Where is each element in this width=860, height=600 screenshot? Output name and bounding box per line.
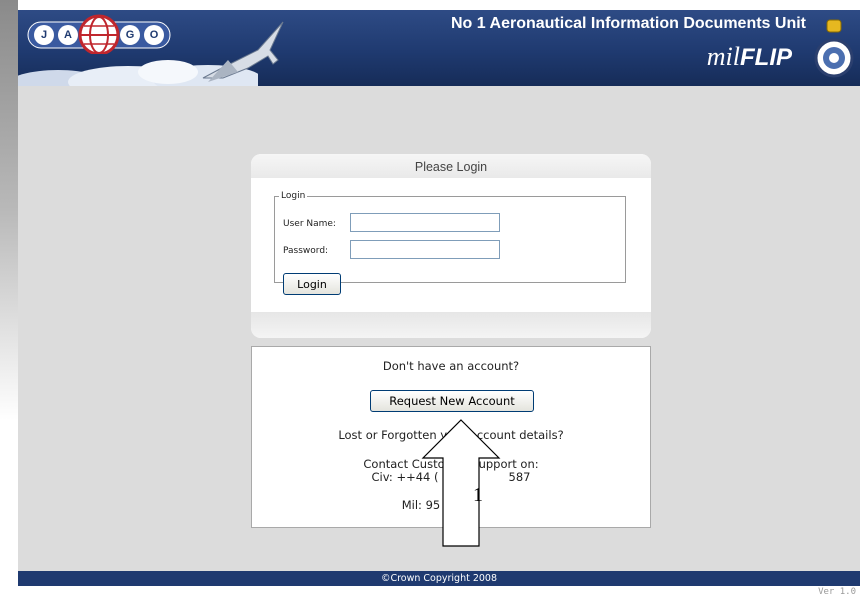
username-input[interactable] xyxy=(350,213,500,232)
request-new-account-button[interactable]: Request New Account xyxy=(370,390,534,412)
milflip-logo: milFLIP xyxy=(707,42,792,72)
login-panel-title: Please Login xyxy=(251,154,651,178)
password-row: Password: xyxy=(283,240,500,259)
password-label: Password: xyxy=(283,246,329,256)
callout-arrow-icon xyxy=(421,419,501,547)
login-button[interactable]: Login xyxy=(283,273,341,295)
jet-icon xyxy=(202,21,284,82)
logo-letter-g: G xyxy=(120,25,140,45)
username-label: User Name: xyxy=(283,219,336,229)
version-label: Ver 1.0 xyxy=(818,587,856,597)
logo-letter-j: J xyxy=(34,25,54,45)
brand-prefix: mil xyxy=(706,42,740,71)
username-row: User Name: xyxy=(283,213,500,232)
copyright-footer: ©Crown Copyright 2008 xyxy=(18,571,860,586)
logo-letter-o: O xyxy=(144,25,164,45)
civ-phone-tail: 587 xyxy=(508,470,531,484)
left-shade xyxy=(0,0,18,420)
callout-number: 1 xyxy=(473,484,483,506)
login-fieldset: Login User Name: Password: Login xyxy=(274,191,626,295)
login-panel-footer xyxy=(251,312,651,338)
login-panel: Please Login Login User Name: Password: … xyxy=(251,154,651,338)
header-title: No 1 Aeronautical Information Documents … xyxy=(451,15,806,32)
header-banner: J A G O No 1 Aeronautical Information Do… xyxy=(18,10,860,86)
login-legend: Login xyxy=(281,191,306,201)
logo-letter-a: A xyxy=(58,25,78,45)
password-input[interactable] xyxy=(350,240,500,259)
raf-crest-icon xyxy=(814,19,854,78)
no-account-text: Don't have an account? xyxy=(382,359,520,373)
brand-suffix: FLIP xyxy=(740,44,792,71)
jago-logo: J A G O xyxy=(24,14,174,56)
